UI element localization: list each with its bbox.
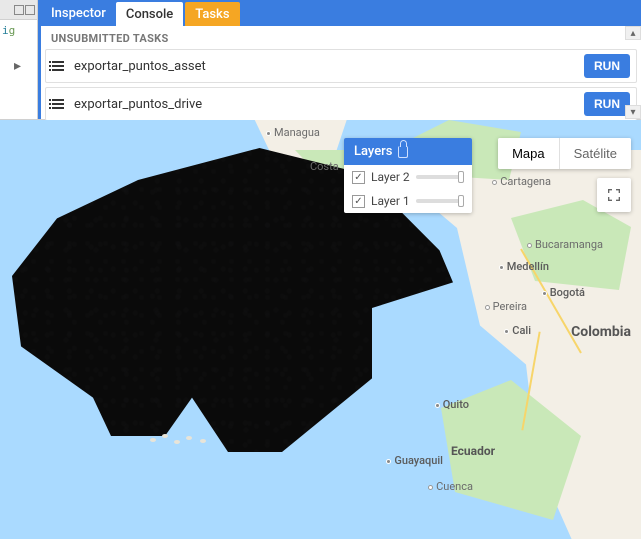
tab-tasks[interactable]: Tasks <box>185 2 239 26</box>
layer-checkbox[interactable]: ✓ <box>352 195 365 208</box>
task-row: exportar_puntos_asset RUN <box>45 49 637 83</box>
editor-box-icon <box>14 5 24 15</box>
chevron-right-icon[interactable]: ▸ <box>14 58 21 74</box>
task-name[interactable]: exportar_puntos_asset <box>74 59 584 74</box>
layer-label: Layer 2 <box>371 170 410 184</box>
fullscreen-icon <box>606 187 622 203</box>
opacity-slider[interactable] <box>416 199 464 203</box>
country-label: Colombia <box>571 324 631 340</box>
list-icon <box>52 60 66 72</box>
map-type-map[interactable]: Mapa <box>498 138 559 169</box>
list-icon <box>52 98 66 110</box>
city-label: Bogotá <box>542 286 585 299</box>
layer-row: ✓ Layer 1 <box>344 189 472 213</box>
panel-tabs: Inspector Console Tasks <box>41 0 641 26</box>
tab-inspector[interactable]: Inspector <box>41 0 116 26</box>
city-label: Cali <box>504 324 531 337</box>
tasks-section-header: UNSUBMITTED TASKS <box>45 26 637 49</box>
city-label: Medellín <box>499 260 549 273</box>
opacity-slider[interactable] <box>416 175 464 179</box>
map-type-control: Mapa Satélite <box>498 138 631 169</box>
lock-icon <box>398 146 408 158</box>
layer-row: ✓ Layer 2 <box>344 165 472 189</box>
country-label: Ecuador <box>451 444 495 458</box>
editor-toolbar <box>0 0 37 20</box>
run-button[interactable]: RUN <box>584 92 630 116</box>
city-label: Quito <box>435 398 469 411</box>
city-label: Cuenca <box>428 480 473 493</box>
editor-box-icon <box>25 5 35 15</box>
scroll-down-button[interactable]: ▾ <box>625 105 641 119</box>
layers-panel: Layers ✓ Layer 2 ✓ Layer 1 <box>344 138 472 213</box>
map-type-satellite[interactable]: Satélite <box>560 138 631 169</box>
islands <box>150 430 230 450</box>
city-label: Pereira <box>485 300 527 313</box>
city-label: Costa <box>310 160 339 173</box>
city-label: Guayaquil <box>386 454 443 467</box>
layer-checkbox[interactable]: ✓ <box>352 171 365 184</box>
city-label: Bucaramanga <box>527 238 603 251</box>
tab-console[interactable]: Console <box>116 2 183 26</box>
task-row: exportar_puntos_drive RUN <box>45 87 637 121</box>
code-editor-strip: ig ▸ <box>0 0 38 119</box>
layer-label: Layer 1 <box>371 194 410 208</box>
run-button[interactable]: RUN <box>584 54 630 78</box>
layers-title: Layers <box>354 144 392 159</box>
fullscreen-button[interactable] <box>597 178 631 212</box>
layers-header[interactable]: Layers <box>344 138 472 165</box>
code-fragment: ig <box>0 20 37 41</box>
city-label: Cartagena <box>492 175 551 188</box>
task-name[interactable]: exportar_puntos_drive <box>74 97 584 112</box>
city-label: Managua <box>266 126 320 139</box>
map-canvas[interactable]: Managua Costa Cartagena Bucaramanga Mede… <box>0 120 641 539</box>
